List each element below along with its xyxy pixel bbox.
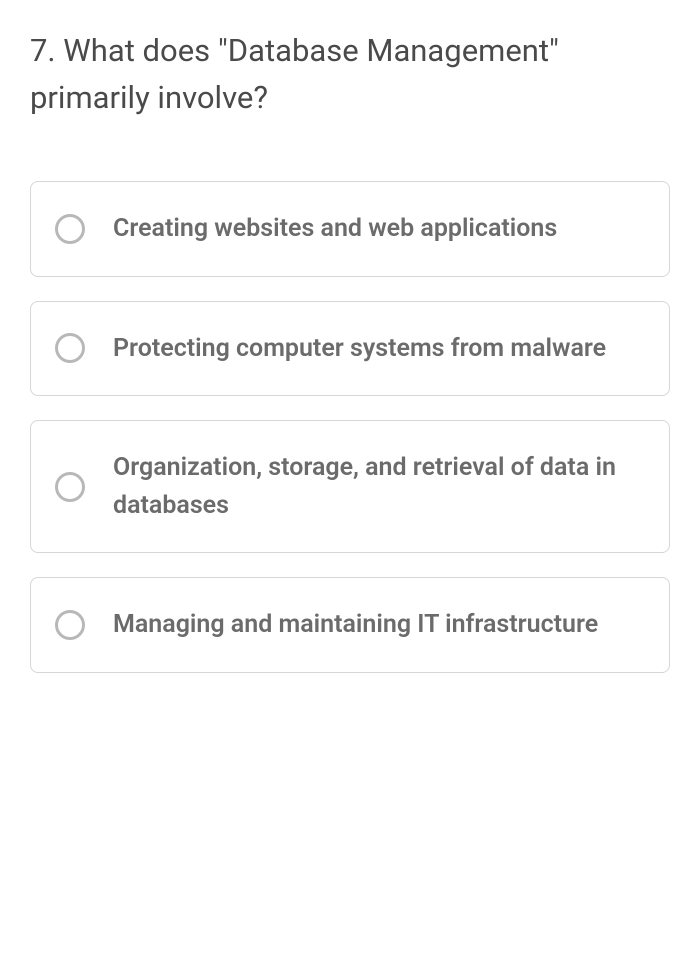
option-1[interactable]: Creating websites and web applications: [30, 181, 670, 277]
option-2[interactable]: Protecting computer systems from malware: [30, 301, 670, 397]
option-label: Protecting computer systems from malware: [113, 330, 606, 368]
radio-icon: [55, 472, 85, 502]
options-container: Creating websites and web applications P…: [30, 181, 670, 673]
option-label: Organization, storage, and retrieval of …: [113, 449, 645, 524]
radio-icon: [55, 214, 85, 244]
radio-icon: [55, 610, 85, 640]
radio-icon: [55, 333, 85, 363]
option-3[interactable]: Organization, storage, and retrieval of …: [30, 420, 670, 553]
option-label: Managing and maintaining IT infrastructu…: [113, 606, 598, 644]
option-label: Creating websites and web applications: [113, 210, 557, 248]
option-4[interactable]: Managing and maintaining IT infrastructu…: [30, 577, 670, 673]
question-text: 7. What does "Database Management" prima…: [30, 28, 670, 121]
